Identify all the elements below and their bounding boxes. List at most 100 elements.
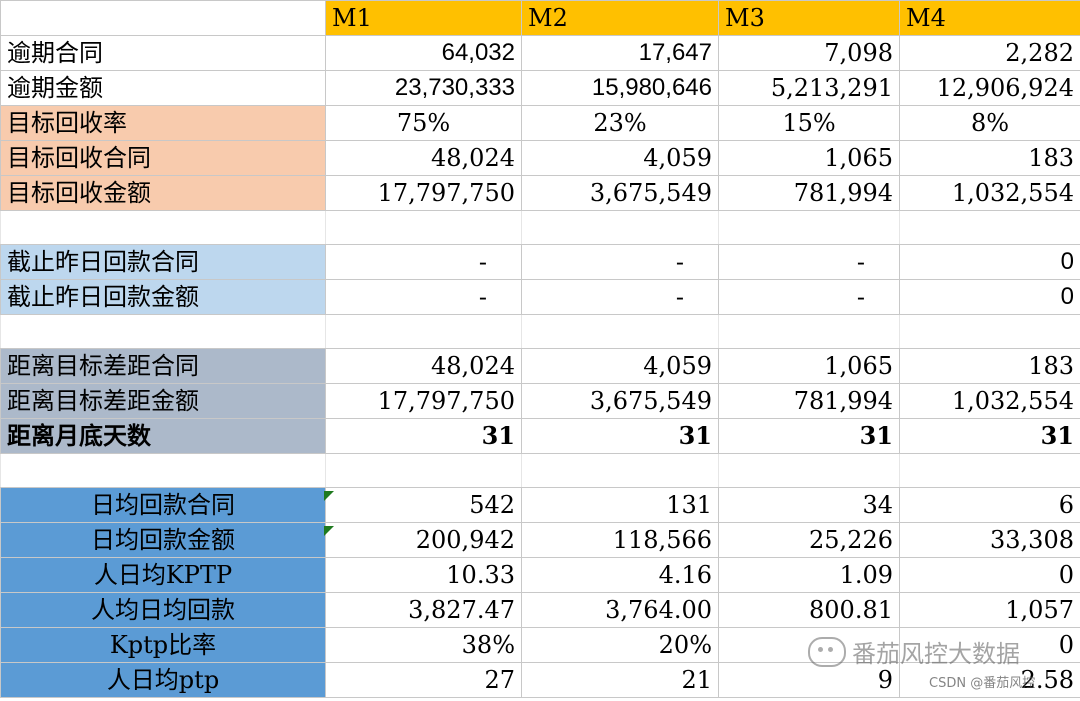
cell[interactable]: 2,282	[899, 35, 1080, 71]
cell[interactable]: 781,994	[718, 383, 900, 419]
cell[interactable]: 31	[325, 418, 522, 454]
row-label[interactable]: 目标回收率	[0, 105, 326, 141]
row-label[interactable]: 目标回收金额	[0, 175, 326, 211]
table-row: 目标回收金额 17,797,750 3,675,549 781,994 1,03…	[0, 175, 1080, 211]
col-header-m4[interactable]: M4	[899, 0, 1080, 36]
cell[interactable]	[325, 314, 522, 349]
cell[interactable]: 3,764.00	[521, 592, 719, 628]
cell[interactable]	[0, 314, 326, 349]
cell[interactable]: 17,647	[521, 35, 719, 71]
cell[interactable]	[899, 453, 1080, 488]
row-label[interactable]: 距离目标差距合同	[0, 348, 326, 384]
cell[interactable]: 0	[899, 557, 1080, 593]
cell[interactable]: 10.33	[325, 557, 522, 593]
cell[interactable]: 20%	[521, 627, 719, 663]
row-label[interactable]: 人日均ptp	[0, 662, 326, 698]
cell[interactable]: 25,226	[718, 522, 900, 558]
cell[interactable]: 7,098	[718, 35, 900, 71]
row-label[interactable]: 人均日均回款	[0, 592, 326, 628]
row-label[interactable]: 日均回款合同	[0, 487, 326, 523]
cell[interactable]: 34	[718, 487, 900, 523]
cell[interactable]	[899, 210, 1080, 245]
cell[interactable]: 200,942	[325, 522, 522, 558]
table-row: 截止昨日回款金额 - - - 0	[0, 279, 1080, 315]
cell[interactable]: 1,057	[899, 592, 1080, 628]
cell[interactable]: 48,024	[325, 348, 522, 384]
cell[interactable]	[521, 453, 719, 488]
table-row: 截止昨日回款合同 - - - 0	[0, 244, 1080, 280]
cell[interactable]: 31	[521, 418, 719, 454]
cell[interactable]: 4,059	[521, 140, 719, 176]
cell[interactable]: 1,065	[718, 348, 900, 384]
cell[interactable]	[325, 453, 522, 488]
cell[interactable]: 118,566	[521, 522, 719, 558]
cell[interactable]	[718, 210, 900, 245]
cell[interactable]: 23,730,333	[325, 70, 522, 106]
cell[interactable]: -	[718, 279, 900, 315]
cell[interactable]: -	[325, 244, 522, 280]
cell[interactable]: 33,308	[899, 522, 1080, 558]
cell[interactable]: 23%	[521, 105, 719, 141]
cell[interactable]: 542	[325, 487, 522, 523]
cell[interactable]	[521, 314, 719, 349]
cell[interactable]: 0	[899, 244, 1080, 280]
cell[interactable]: 64,032	[325, 35, 522, 71]
row-label[interactable]: 日均回款金额	[0, 522, 326, 558]
cell[interactable]: 6	[899, 487, 1080, 523]
cell[interactable]: 4.16	[521, 557, 719, 593]
cell[interactable]: 75%	[325, 105, 522, 141]
cell[interactable]: 48,024	[325, 140, 522, 176]
cell[interactable]: 27	[325, 662, 522, 698]
row-label[interactable]: 逾期合同	[0, 35, 326, 71]
row-label[interactable]: 目标回收合同	[0, 140, 326, 176]
cell[interactable]: 131	[521, 487, 719, 523]
row-label[interactable]: 距离目标差距金额	[0, 383, 326, 419]
cell[interactable]: -	[521, 244, 719, 280]
cell[interactable]: 15%	[718, 105, 900, 141]
row-label[interactable]: 逾期金额	[0, 70, 326, 106]
cell[interactable]: 1,032,554	[899, 383, 1080, 419]
cell[interactable]: 1.09	[718, 557, 900, 593]
row-label[interactable]: 截止昨日回款合同	[0, 244, 326, 280]
cell[interactable]	[325, 210, 522, 245]
cell[interactable]: 4,059	[521, 348, 719, 384]
cell[interactable]: 183	[899, 348, 1080, 384]
cell[interactable]: -	[325, 279, 522, 315]
cell[interactable]: 5,213,291	[718, 70, 900, 106]
cell[interactable]: 21	[521, 662, 719, 698]
watermark: 番茄风控大数据	[808, 634, 1020, 669]
cell[interactable]: 3,675,549	[521, 383, 719, 419]
cell[interactable]	[521, 210, 719, 245]
cell[interactable]	[0, 453, 326, 488]
cell[interactable]: 31	[718, 418, 900, 454]
cell[interactable]	[718, 453, 900, 488]
cell[interactable]: 183	[899, 140, 1080, 176]
row-label[interactable]: 截止昨日回款金额	[0, 279, 326, 315]
col-header-m2[interactable]: M2	[521, 0, 719, 36]
cell[interactable]: -	[521, 279, 719, 315]
cell[interactable]: 3,675,549	[521, 175, 719, 211]
cell[interactable]: 15,980,646	[521, 70, 719, 106]
col-header-m1[interactable]: M1	[325, 0, 522, 36]
cell[interactable]: 38%	[325, 627, 522, 663]
cell[interactable]: 0	[899, 279, 1080, 315]
cell[interactable]: 8%	[899, 105, 1080, 141]
cell[interactable]: 800.81	[718, 592, 900, 628]
corner-cell[interactable]	[0, 0, 326, 36]
cell[interactable]: 17,797,750	[325, 383, 522, 419]
col-header-m3[interactable]: M3	[718, 0, 900, 36]
cell[interactable]: 31	[899, 418, 1080, 454]
cell[interactable]	[718, 314, 900, 349]
row-label[interactable]: Kptp比率	[0, 627, 326, 663]
cell[interactable]	[899, 314, 1080, 349]
cell[interactable]: 1,065	[718, 140, 900, 176]
cell[interactable]: -	[718, 244, 900, 280]
row-label[interactable]: 距离月底天数	[0, 418, 326, 454]
cell[interactable]: 1,032,554	[899, 175, 1080, 211]
cell[interactable]: 3,827.47	[325, 592, 522, 628]
cell[interactable]: 17,797,750	[325, 175, 522, 211]
cell[interactable]: 781,994	[718, 175, 900, 211]
cell[interactable]: 12,906,924	[899, 70, 1080, 106]
cell[interactable]	[0, 210, 326, 245]
row-label[interactable]: 人日均KPTP	[0, 557, 326, 593]
